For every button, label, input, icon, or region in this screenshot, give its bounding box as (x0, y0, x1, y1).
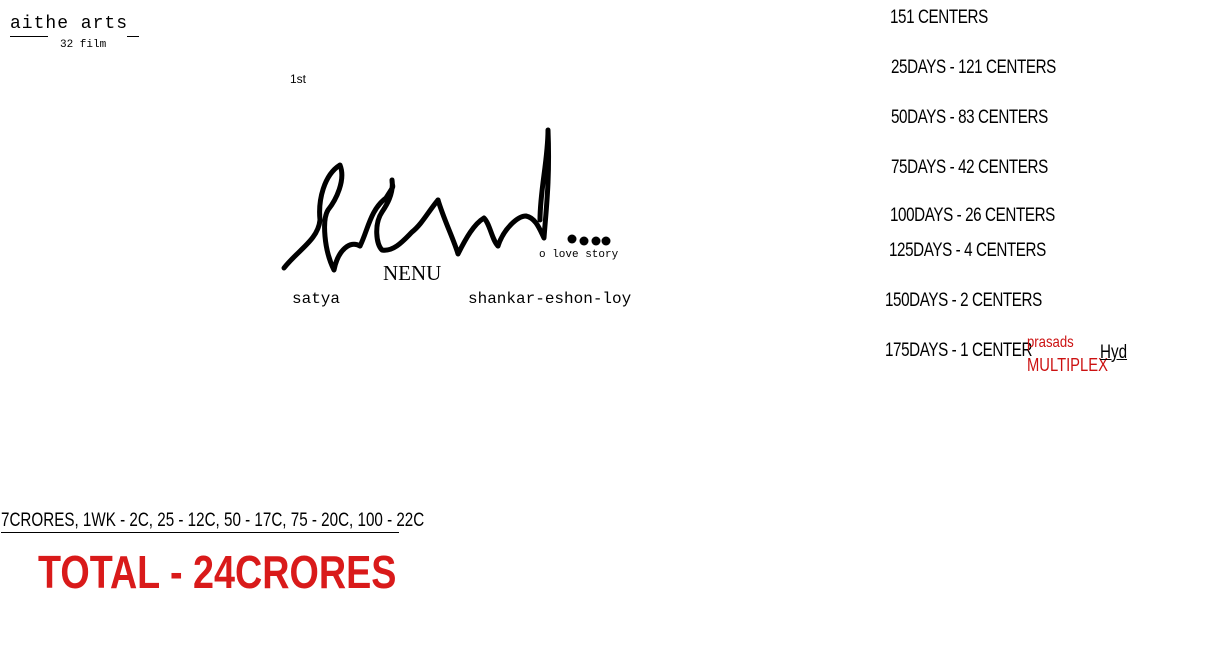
film-number: 32 film (60, 39, 107, 51)
centers-line-3: 50DAYS - 83 CENTERS (891, 107, 1048, 128)
venue-type: MULTIPLEX (1027, 355, 1108, 375)
title-dot-3 (591, 236, 601, 246)
tagline: o love story (539, 249, 619, 261)
title-dot-4 (601, 236, 611, 246)
title-glyph-2 (357, 177, 441, 253)
centers-line-6: 125DAYS - 4 CENTERS (889, 240, 1046, 261)
title-glyph-4 (495, 127, 552, 249)
centers-line-2: 25DAYS - 121 CENTERS (891, 57, 1056, 78)
centers-line-1: 151 CENTERS (890, 7, 988, 28)
venue-city: Hyd (1100, 342, 1128, 363)
studio-name: aithe arts (10, 14, 129, 34)
centers-line-7: 150DAYS - 2 CENTERS (885, 290, 1042, 311)
credit-star: satya (292, 290, 341, 308)
title-tag: NENU (383, 261, 442, 285)
title-logo-art (281, 127, 611, 273)
centers-line-4: 75DAYS - 42 CENTERS (891, 157, 1048, 178)
collections-underline (1, 532, 399, 533)
title-dot-1 (567, 234, 577, 244)
studio-underline-left (10, 36, 48, 37)
studio-underline-right (127, 36, 139, 37)
rank-label: 1st (290, 72, 307, 86)
centers-line-5: 100DAYS - 26 CENTERS (890, 205, 1055, 226)
collections-breakdown: 7CRORES, 1WK - 2C, 25 - 12C, 50 - 17C, 7… (1, 510, 425, 531)
venue-name: prasads (1027, 334, 1074, 351)
title-glyph-3 (435, 197, 501, 257)
credit-crew: shankar-eshon-loy (468, 290, 632, 308)
total-collection: TOTAL - 24CRORES (38, 546, 397, 598)
title-dot-2 (579, 236, 589, 246)
centers-line-8: 175DAYS - 1 CENTER (885, 340, 1033, 361)
title-glyph-1 (281, 162, 363, 273)
